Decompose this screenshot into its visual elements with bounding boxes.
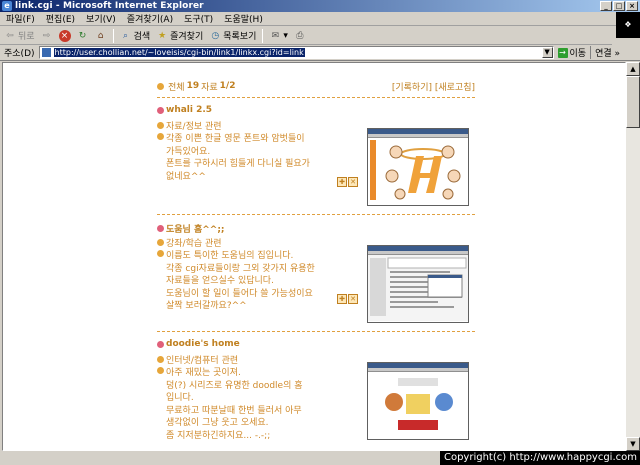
windows-logo-icon: ❖	[616, 12, 640, 38]
entry-controls: ✚ ✕	[337, 294, 358, 304]
menu-edit[interactable]: 편집(E)	[46, 12, 75, 25]
thumbnail-image	[368, 255, 468, 321]
maximize-button[interactable]: □	[613, 1, 625, 11]
address-bar: 주소(D) http://user.chollian.net/~loveisis…	[0, 45, 640, 61]
bullet-icon	[157, 367, 164, 374]
home-button[interactable]: ⌂	[95, 30, 107, 42]
go-arrow-icon: →	[557, 47, 568, 58]
link-list: 전체 19 자료 1/2 [기록하기] [새로고침] whali 2.5 자료/…	[157, 79, 475, 449]
menu-favorites[interactable]: 즐겨찾기(A)	[127, 12, 173, 25]
forward-arrow-icon: ⇨	[42, 30, 51, 41]
menu-tools[interactable]: 도구(T)	[184, 12, 213, 25]
toolbar-separator	[262, 28, 264, 43]
bullet-icon	[157, 133, 164, 140]
site-description: 이름도 특이한 도움님의 집입니다. 각종 cgi자료들이랑 그외 갖가지 유용…	[166, 251, 315, 311]
site-description: 아주 재밌는 곳이져. 덩(?) 시리즈로 유명한 doodle의 홈 입니다.…	[166, 368, 303, 441]
bullet-icon	[157, 340, 164, 348]
site-name-link[interactable]: whali 2.5	[166, 105, 212, 115]
menu-bar: 파일(F) 편집(E) 보기(V) 즐겨찾기(A) 도구(T) 도움말(H) ❖	[0, 12, 640, 38]
home-icon: ⌂	[97, 30, 104, 41]
address-dropdown-button[interactable]: ▼	[541, 47, 553, 58]
list-item: doodie's home 인터넷/컴퓨터 관련 아주 재밌는 곳이져. 덩(?…	[157, 332, 475, 449]
back-arrow-icon: ⇦	[6, 30, 14, 41]
bullet-icon	[157, 106, 164, 114]
copyright-watermark: Copyright(c) http://www.happycgi.com	[439, 451, 640, 465]
bullet-icon	[157, 356, 164, 363]
scroll-down-button[interactable]: ▼	[626, 437, 640, 451]
print-icon: ⎙	[296, 30, 304, 41]
bullet-icon	[157, 82, 164, 90]
star-icon: ★	[158, 30, 167, 41]
toolbar-separator	[112, 28, 114, 43]
scroll-up-button[interactable]: ▲	[626, 62, 640, 76]
close-button[interactable]: ×	[626, 1, 638, 11]
address-input[interactable]: http://user.chollian.net/~loveisis/cgi-b…	[38, 46, 554, 59]
refresh-icon: ↻	[78, 30, 87, 41]
window-titlebar[interactable]: e link.cgi - Microsoft Internet Explorer…	[0, 0, 640, 12]
forward-button[interactable]: ⇨	[41, 30, 53, 42]
search-icon: ⌕	[123, 30, 129, 41]
menu-view[interactable]: 보기(V)	[86, 12, 116, 25]
ie-icon: e	[2, 1, 12, 11]
favorites-button[interactable]: ★ 즐겨찾기	[156, 29, 203, 43]
thumbnail-image	[368, 138, 468, 204]
bullet-icon	[157, 239, 164, 246]
page-viewport[interactable]: 전체 19 자료 1/2 [기록하기] [새로고침] whali 2.5 자료/…	[2, 62, 626, 451]
edit-button[interactable]: ✚	[337, 177, 347, 187]
menu-help[interactable]: 도움말(H)	[224, 12, 263, 25]
window-title: link.cgi - Microsoft Internet Explorer	[15, 1, 204, 11]
stop-icon: ×	[58, 29, 71, 42]
site-name-link[interactable]: doodie's home	[166, 339, 240, 349]
mail-button[interactable]: ✉ ▾	[269, 30, 288, 42]
delete-button[interactable]: ✕	[348, 177, 358, 187]
category-label: 강좌/학습 관련	[166, 239, 222, 249]
back-button[interactable]: ⇦ 뒤로	[4, 29, 34, 43]
chevron-down-icon: ▾	[283, 30, 288, 41]
list-item: whali 2.5 자료/정보 관련 각종 이쁜 한글 영문 폰트와 암벗들이 …	[157, 98, 475, 215]
category-label: 인터넷/컴퓨터 관련	[166, 356, 239, 366]
refresh-button[interactable]: ↻	[77, 30, 89, 42]
search-button[interactable]: ⌕ 검색	[120, 29, 150, 43]
list-item: 도움님 홈^^;; 강좌/학습 관련 이름도 특이한 도움님의 집입니다. 각종…	[157, 215, 475, 332]
print-button[interactable]: ⎙	[294, 30, 306, 42]
address-url[interactable]: http://user.chollian.net/~loveisis/cgi-b…	[53, 48, 305, 57]
page-icon	[41, 48, 51, 57]
links-toolbar[interactable]: 연결 »	[590, 46, 620, 59]
vertical-scrollbar[interactable]: ▲ ▼	[626, 62, 640, 451]
minimize-button[interactable]: _	[600, 1, 612, 11]
site-thumbnail[interactable]	[367, 245, 469, 323]
scroll-thumb[interactable]	[626, 76, 640, 128]
history-button[interactable]: ◷ 목록보기	[209, 29, 256, 43]
bullet-icon	[157, 250, 164, 257]
standard-toolbar: ⇦ 뒤로 ⇨ × ↻ ⌂ ⌕ 검색 ★ 즐겨찾기 ◷ 목록보기 ✉ ▾ ⎙	[0, 27, 612, 45]
site-description: 각종 이쁜 한글 영문 폰트와 암벗들이 가득있어요. 폰트를 구하시러 힘들게…	[166, 134, 310, 182]
category-label: 자료/정보 관련	[166, 122, 222, 132]
bullet-icon	[157, 225, 164, 232]
site-thumbnail[interactable]	[367, 362, 469, 440]
mail-icon: ✉	[271, 30, 280, 41]
site-thumbnail[interactable]	[367, 128, 469, 206]
history-icon: ◷	[211, 30, 220, 41]
list-header: 전체 19 자료 1/2 [기록하기] [새로고침]	[157, 79, 475, 93]
bullet-icon	[157, 122, 164, 129]
site-name-link[interactable]: 도움님 홈^^;;	[166, 222, 225, 235]
edit-button[interactable]: ✚	[337, 294, 347, 304]
go-button[interactable]: → 이동	[557, 46, 586, 59]
thumbnail-image	[368, 372, 468, 438]
delete-button[interactable]: ✕	[348, 294, 358, 304]
menu-file[interactable]: 파일(F)	[6, 12, 35, 25]
header-actions[interactable]: [기록하기] [새로고침]	[392, 80, 475, 93]
address-label: 주소(D)	[4, 49, 35, 59]
stop-button[interactable]: ×	[58, 29, 71, 42]
entry-controls: ✚ ✕	[337, 177, 358, 187]
